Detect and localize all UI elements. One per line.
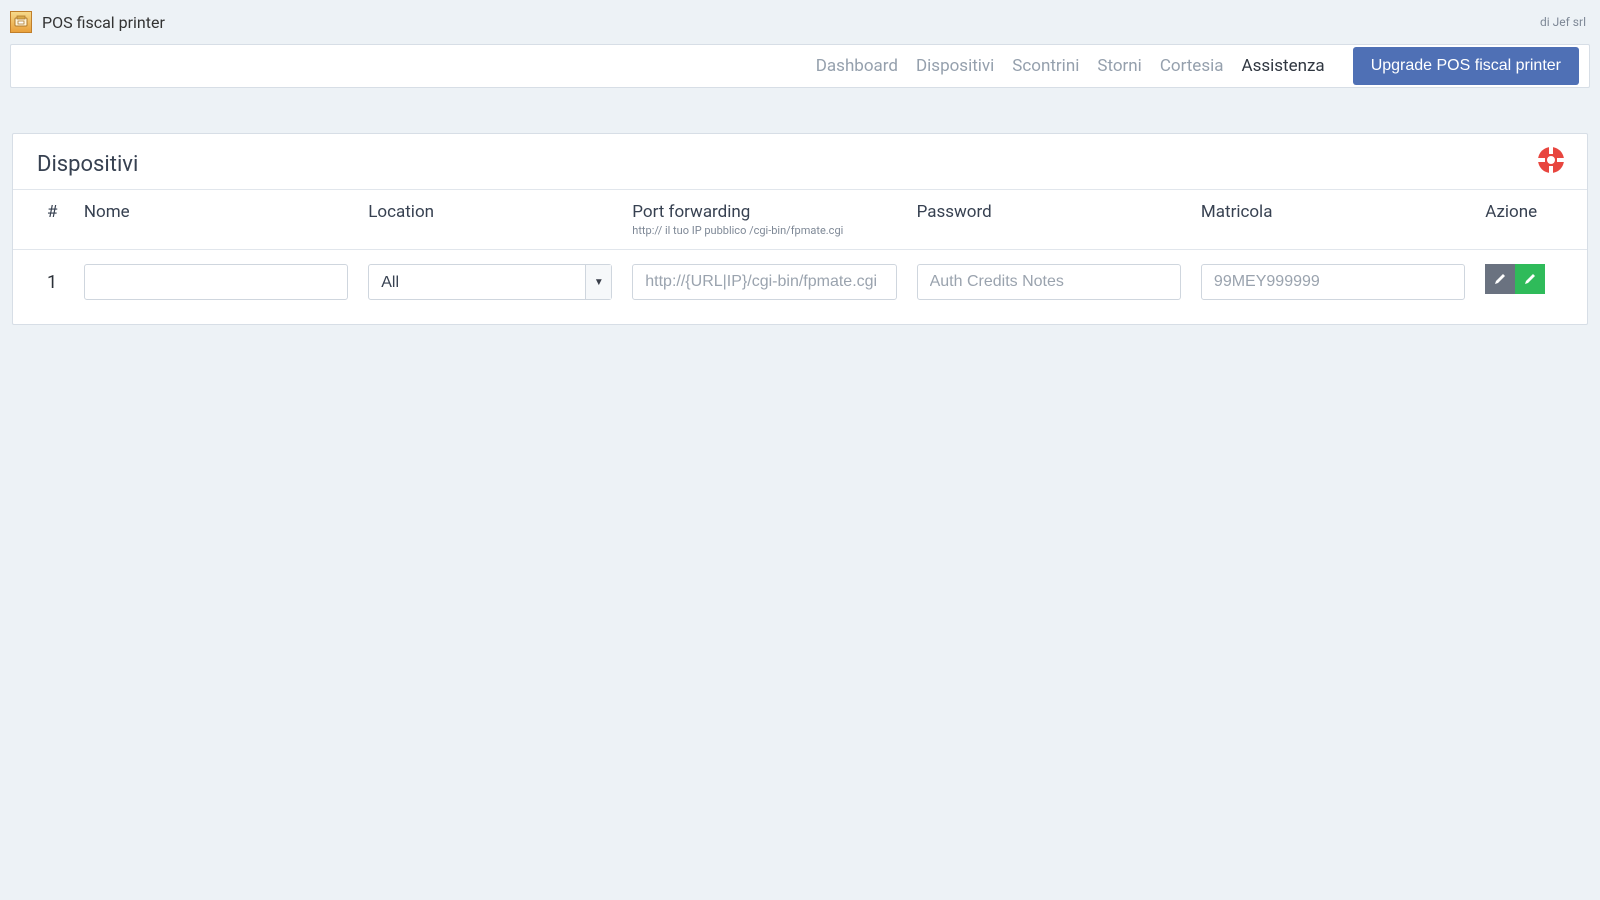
nav-dashboard[interactable]: Dashboard [816,56,898,76]
col-index: # [13,190,74,250]
pencil-icon [1493,272,1507,286]
app-bar: POS fiscal printer di Jef srl [0,0,1600,44]
nav-storni[interactable]: Storni [1097,56,1141,76]
nav-scontrini[interactable]: Scontrini [1012,56,1079,76]
col-password: Password [907,190,1191,250]
nav-cortesia[interactable]: Cortesia [1160,56,1224,76]
col-port-label: Port forwarding [632,202,750,222]
col-port: Port forwarding http:// il tuo IP pubbli… [622,190,906,250]
app-bar-left: POS fiscal printer [10,11,165,33]
matricola-input[interactable] [1201,264,1465,300]
location-select-wrap: All ▼ [368,264,612,300]
nav-assistenza[interactable]: Assistenza [1241,56,1324,76]
edit-button[interactable] [1485,264,1515,294]
nav-dispositivi[interactable]: Dispositivi [916,56,994,76]
port-forwarding-input[interactable] [632,264,896,300]
pencil-icon [1523,272,1537,286]
app-title: POS fiscal printer [42,13,165,32]
col-azione: Azione [1475,190,1587,250]
password-input[interactable] [917,264,1181,300]
table-header-row: # Nome Location Port forwarding http:// … [13,190,1587,250]
row-index: 1 [47,264,57,293]
location-select[interactable]: All [368,264,612,300]
app-icon [10,11,32,33]
col-port-sub: http:// il tuo IP pubblico /cgi-bin/fpma… [632,224,896,237]
col-matricola: Matricola [1191,190,1475,250]
col-nome: Nome [74,190,358,250]
upgrade-button[interactable]: Upgrade POS fiscal printer [1353,47,1579,85]
panel-header: Dispositivi [13,134,1587,189]
action-buttons [1485,264,1545,294]
table-row: 1 All ▼ [13,250,1587,325]
confirm-button[interactable] [1515,264,1545,294]
nome-input[interactable] [84,264,348,300]
main-nav: Dashboard Dispositivi Scontrini Storni C… [10,44,1590,88]
devices-table: # Nome Location Port forwarding http:// … [13,189,1587,324]
col-location: Location [358,190,622,250]
devices-panel: Dispositivi # Nome Location Port forward… [12,133,1588,325]
panel-title: Dispositivi [37,152,138,177]
app-credit: di Jef srl [1540,15,1586,29]
help-icon[interactable] [1537,146,1565,178]
